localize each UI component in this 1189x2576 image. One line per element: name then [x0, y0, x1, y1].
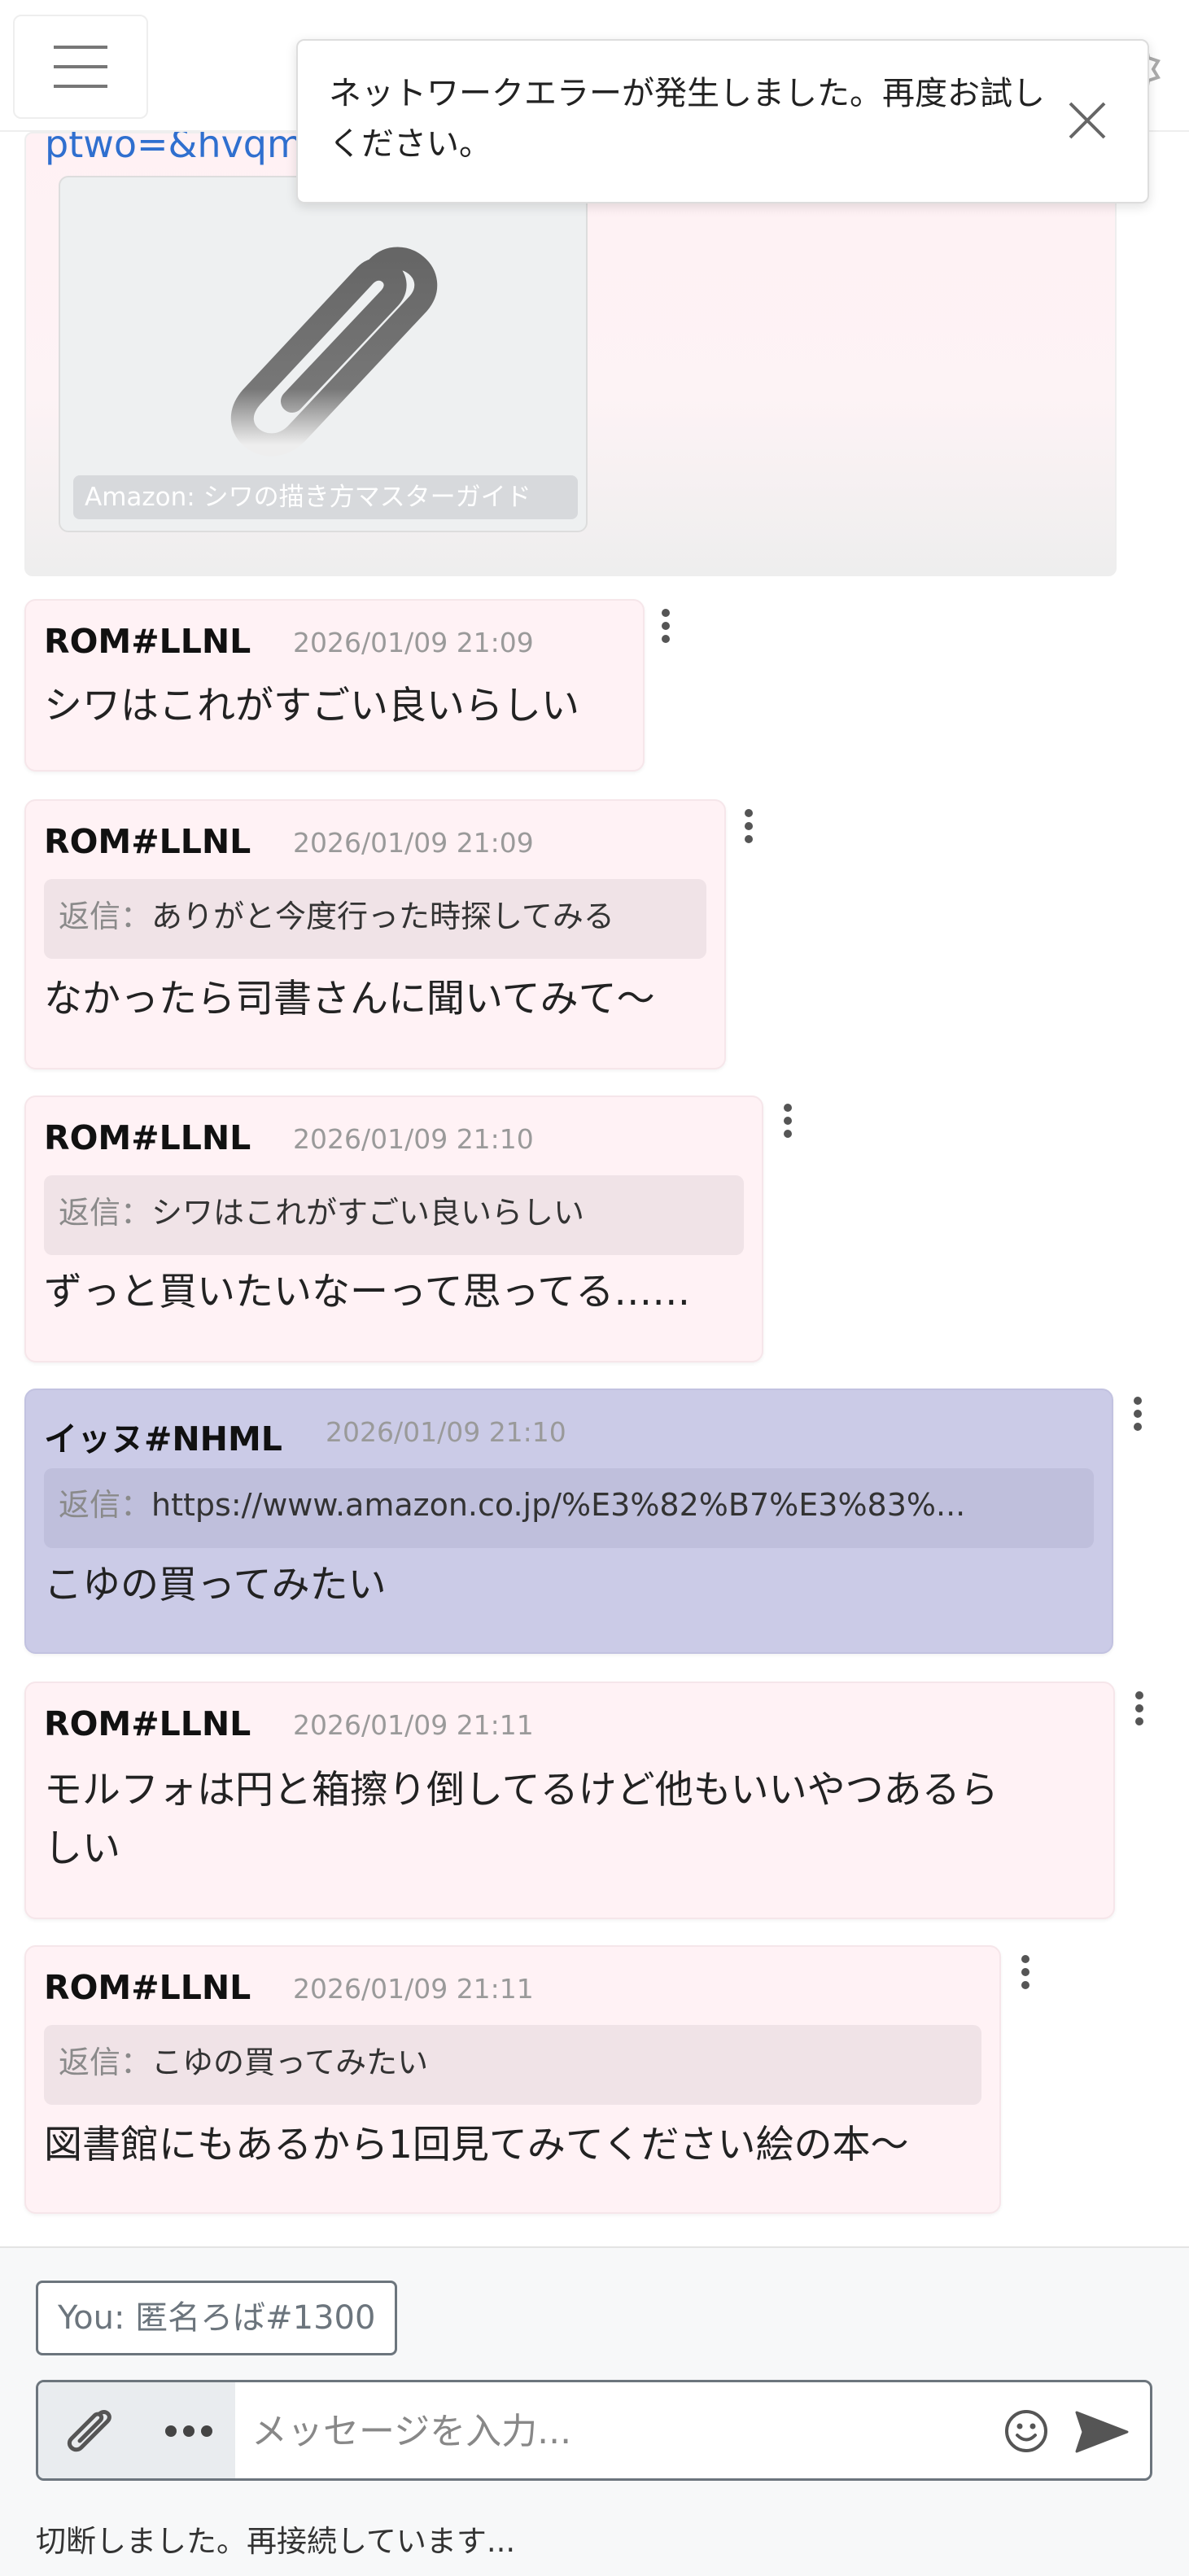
message-body: モルフォは円と箱擦り倒してるけど他もいいやつあるら しい [44, 1761, 999, 1878]
message-body: ずっと買いたいなーって思ってる…… [44, 1270, 691, 1314]
reply-quote[interactable]: 返信：こゆの買ってみたい [44, 2025, 981, 2105]
reply-text: シワはこれがすごい良いらしい [151, 1195, 585, 1231]
more-vertical-icon [745, 809, 753, 817]
message-input[interactable] [251, 2399, 984, 2464]
link-preview[interactable]: Amazon: シワの描き方マスターガイド [59, 176, 588, 532]
toast-close-button[interactable] [1047, 80, 1128, 161]
send-button[interactable] [1065, 2395, 1139, 2469]
more-vertical-icon [1134, 1397, 1142, 1405]
message-body-line: しい [44, 1826, 120, 1871]
paperclip-icon [67, 2410, 111, 2452]
message-bubble: ROM#LLNL 2026/01/09 21:11 返信：こゆの買ってみたい 図… [24, 1945, 1001, 2214]
more-vertical-icon [1135, 1691, 1143, 1699]
more-vertical-icon [1021, 1955, 1029, 1963]
message-more-button[interactable] [1121, 1385, 1154, 1442]
message-time: 2026/01/09 21:11 [293, 1709, 534, 1741]
more-vertical-icon [662, 609, 670, 617]
menu-button[interactable] [13, 15, 148, 119]
message-author[interactable]: ROM#LLNL [44, 822, 251, 861]
reply-text: ありがと今度行った時探してみる [151, 899, 614, 934]
message-bubble: ROM#LLNL 2026/01/09 21:10 返信：シワはこれがすごい良い… [24, 1096, 763, 1362]
message-time: 2026/01/09 21:10 [293, 1123, 534, 1155]
error-toast: ネットワークエラーが発生しました。再度お試しください。 [296, 39, 1149, 203]
emoji-icon [1005, 2410, 1047, 2452]
close-icon [1069, 102, 1106, 139]
paperclip-icon [230, 247, 438, 457]
message-body: なかったら司書さんに聞いてみて〜 [44, 977, 655, 1021]
user-identity-badge[interactable]: You: 匿名ろば#1300 [36, 2281, 398, 2355]
message-body-line: モルフォは円と箱擦り倒してるけど他もいいやつあるら [44, 1768, 999, 1813]
link-preview-caption: Amazon: シワの描き方マスターガイド [73, 475, 578, 519]
message-composer [36, 2380, 1152, 2481]
message-bubble: ROM#LLNL 2026/01/09 21:11 モルフォは円と箱擦り倒してる… [24, 1682, 1115, 1919]
connection-status: 切断しました。再接続しています... [36, 2524, 516, 2559]
message-time: 2026/01/09 21:09 [293, 827, 534, 859]
message-more-button[interactable] [1123, 1680, 1156, 1737]
message-author[interactable]: ROM#LLNL [44, 1704, 251, 1743]
message-time: 2026/01/09 21:09 [293, 627, 534, 658]
reply-quote[interactable]: 返信：シワはこれがすごい良いらしい [44, 1175, 744, 1255]
reply-text: https://www.amazon.co.jp/%E3%82%B7%E3%83… [151, 1487, 966, 1523]
message-body: こゆの買ってみたい [44, 1563, 387, 1607]
menu-icon [54, 46, 107, 88]
more-horizontal-icon [165, 2425, 177, 2437]
message-more-button[interactable] [772, 1092, 804, 1149]
reply-label: 返信： [59, 1487, 152, 1523]
message-time: 2026/01/09 21:10 [326, 1416, 566, 1448]
chat-footer: You: 匿名ろば#1300 切断しました。再接続しています... [0, 2246, 1189, 2576]
reply-text: こゆの買ってみたい [151, 2045, 429, 2080]
message-bubble: ROM#LLNL 2026/01/09 21:09 返信：ありがと今度行った時探… [24, 799, 726, 1069]
reply-quote[interactable]: 返信：https://www.amazon.co.jp/%E3%82%B7%E3… [44, 1468, 1094, 1548]
message-author[interactable]: ROM#LLNL [44, 1968, 251, 2007]
message-more-button[interactable] [1009, 1944, 1042, 2001]
message-body: 図書館にもあるから1回見てみてください絵の本〜 [44, 2123, 909, 2167]
message-more-button[interactable] [732, 798, 765, 855]
message-body: シワはこれがすごい良いらしい [44, 684, 579, 728]
reply-label: 返信： [59, 1195, 152, 1231]
send-icon [1075, 2411, 1129, 2453]
message-more-button[interactable] [649, 597, 682, 654]
reply-quote[interactable]: 返信：ありがと今度行った時探してみる [44, 879, 706, 959]
message-bubble-own: イッヌ#NHML 2026/01/09 21:10 返信：https://www… [24, 1389, 1113, 1654]
message-bubble: ROM#LLNL 2026/01/09 21:09 シワはこれがすごい良いらしい [24, 599, 645, 772]
attach-button[interactable] [56, 2399, 121, 2464]
reply-label: 返信： [59, 2045, 152, 2080]
message-author[interactable]: イッヌ#NHML [44, 1411, 282, 1460]
toast-message: ネットワークエラーが発生しました。再度お試しください。 [329, 75, 1045, 163]
reply-label: 返信： [59, 899, 152, 934]
message-author[interactable]: ROM#LLNL [44, 1118, 251, 1157]
more-options-button[interactable] [152, 2399, 225, 2464]
message-time: 2026/01/09 21:11 [293, 1973, 534, 2005]
message-author[interactable]: ROM#LLNL [44, 622, 251, 661]
more-vertical-icon [784, 1104, 792, 1112]
emoji-button[interactable] [995, 2400, 1057, 2462]
